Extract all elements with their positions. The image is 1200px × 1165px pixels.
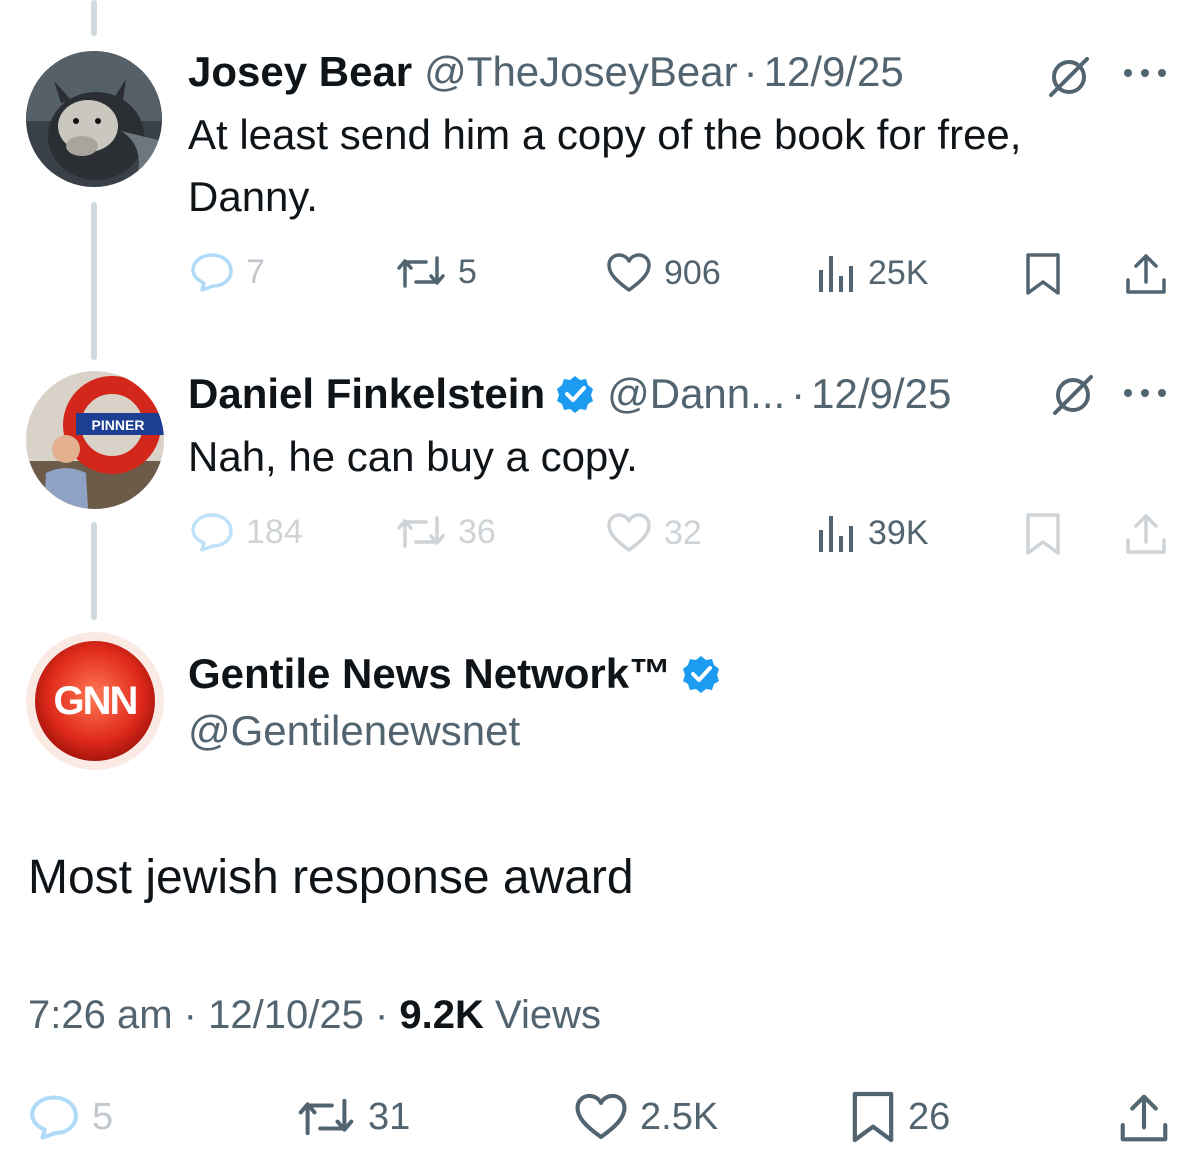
verified-badge-icon	[555, 374, 595, 414]
repost-count: 5	[458, 252, 477, 291]
reply-count: 184	[246, 512, 303, 551]
verified-badge-icon	[681, 654, 721, 694]
like-icon	[607, 513, 651, 552]
no-entry-icon[interactable]	[1046, 54, 1092, 105]
views-label: Views	[495, 993, 601, 1037]
author-handle[interactable]: @TheJoseyBear	[424, 48, 737, 96]
repost-count: 36	[458, 512, 496, 551]
bookmark-icon[interactable]	[1024, 252, 1062, 301]
reply-icon	[30, 1095, 78, 1140]
repost-icon	[298, 1098, 354, 1136]
separator-dot: ·	[183, 993, 197, 1037]
tweet-date[interactable]: 12/9/25	[811, 370, 951, 418]
like-count: 32	[664, 513, 702, 552]
reply-button[interactable]: 184	[190, 512, 303, 552]
reply-count: 7	[246, 252, 265, 291]
tweet1-text: At least send him a copy of the book for…	[188, 104, 1188, 228]
main-tweet-text: Most jewish response award	[28, 851, 634, 904]
views-count: 9.2K	[399, 993, 484, 1037]
like-button[interactable]: 906	[606, 252, 721, 294]
reply-icon	[191, 253, 233, 292]
avatar-daniel-finkelstein[interactable]: PINNER	[26, 371, 164, 509]
repost-button[interactable]: 31	[296, 1094, 410, 1140]
bookmark-icon	[852, 1091, 894, 1143]
like-button[interactable]: 2.5K	[574, 1092, 718, 1142]
bookmark-count: 26	[908, 1095, 951, 1138]
main-header: Gentile News Network™	[188, 648, 721, 698]
repost-icon	[397, 516, 445, 548]
like-icon	[607, 253, 651, 292]
views-button[interactable]: 25K	[816, 252, 929, 294]
repost-count: 31	[368, 1095, 411, 1138]
tweet-date[interactable]: 12/10/25	[208, 993, 364, 1037]
tweet1-text-line1: At least send him a copy of the book for…	[188, 111, 1022, 158]
tweet-date[interactable]: 12/9/25	[764, 48, 904, 96]
like-count: 906	[664, 253, 721, 292]
tweet1-header: Josey Bear @TheJoseyBear · 12/9/25	[188, 48, 904, 96]
views-icon	[819, 256, 853, 292]
reply-button[interactable]: 5	[28, 1094, 113, 1140]
views-count: 39K	[868, 513, 929, 552]
author-handle[interactable]: @Dann...	[607, 370, 785, 418]
tweet1-text-line2: Danny.	[188, 173, 318, 220]
thread-line-2	[91, 522, 97, 620]
thread-line-top	[91, 0, 97, 36]
like-icon	[575, 1093, 627, 1140]
tweet2-text: Nah, he can buy a copy.	[188, 433, 638, 480]
tweet-time[interactable]: 7:26 am	[28, 993, 173, 1037]
more-icon[interactable]	[1122, 386, 1168, 404]
no-entry-icon[interactable]	[1050, 372, 1096, 423]
views-button[interactable]: 39K	[816, 512, 929, 554]
like-count: 2.5K	[640, 1095, 719, 1138]
avatar-sign-text: PINNER	[92, 417, 145, 433]
share-icon[interactable]	[1118, 1092, 1170, 1149]
author-handle[interactable]: @Gentilenewsnet	[188, 700, 520, 762]
reply-button[interactable]: 7	[190, 252, 265, 292]
repost-button[interactable]: 36	[396, 512, 496, 552]
more-icon[interactable]	[1122, 66, 1168, 84]
author-name[interactable]: Josey Bear	[188, 48, 412, 96]
avatar-josey-bear[interactable]	[26, 51, 162, 187]
share-icon[interactable]	[1124, 512, 1168, 561]
reply-count: 5	[92, 1095, 114, 1138]
separator-dot: ·	[743, 48, 758, 95]
gnn-logo-text: GNN	[54, 679, 137, 723]
separator-dot: ·	[374, 993, 389, 1037]
like-button[interactable]: 32	[606, 512, 702, 554]
avatar-gnn[interactable]: GNN	[26, 632, 164, 770]
bookmark-icon[interactable]	[1024, 512, 1062, 561]
views-count: 25K	[868, 253, 929, 292]
repost-icon	[397, 256, 445, 288]
views-icon	[819, 516, 853, 552]
tweet2-header: Daniel Finkelstein @Dann... · 12/9/25	[188, 368, 951, 418]
share-icon[interactable]	[1124, 252, 1168, 301]
separator-dot: ·	[791, 370, 806, 417]
thread-line-1	[91, 202, 97, 360]
reply-icon	[191, 513, 233, 552]
tweet-meta: 7:26 am · 12/10/25 · 9.2K Views	[28, 993, 601, 1038]
author-name[interactable]: Daniel Finkelstein	[188, 370, 545, 418]
author-name[interactable]: Gentile News Network™	[188, 650, 671, 698]
repost-button[interactable]: 5	[396, 252, 477, 292]
bookmark-button[interactable]: 26	[850, 1090, 950, 1144]
